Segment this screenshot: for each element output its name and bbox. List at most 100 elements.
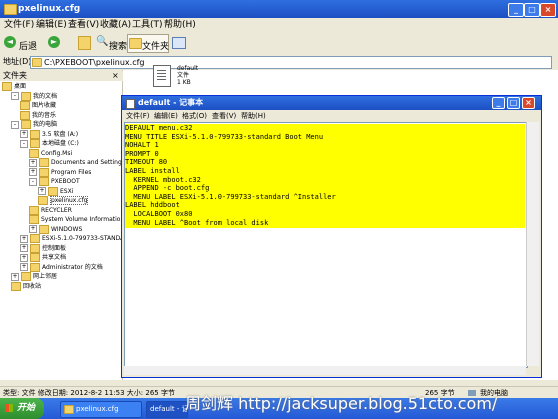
file-size: 1 KB (177, 79, 191, 86)
notepad-icon (126, 99, 135, 109)
back-arrow-icon[interactable]: ◄ (4, 36, 16, 48)
close-button[interactable]: × (540, 3, 556, 17)
tree-item[interactable]: System Volume Informatio (29, 215, 120, 225)
tree-item[interactable]: + 控制面板 (20, 243, 67, 254)
taskbar-item-explorer-label: pxelinux.cfg (76, 405, 119, 413)
tree-item-label: 桌面 (14, 83, 27, 90)
collapse-icon[interactable]: - (29, 177, 37, 186)
tree-item[interactable]: - 本地磁盘 (C:) (20, 139, 79, 149)
tree-item[interactable]: + Program Files (29, 167, 91, 178)
tree-item-label: System Volume Informatio (41, 216, 121, 223)
menu-file[interactable]: 文件(F) (4, 18, 34, 32)
tree-item[interactable]: + 网上邻居 (11, 272, 57, 282)
notepad-title-bar[interactable]: default - 记事本 _ □ × (122, 96, 541, 110)
file-item-default[interactable]: default 文件 1 KB (153, 65, 213, 95)
folder-icon (30, 243, 40, 253)
tree-item[interactable]: +3.5 软盘 (A:) (20, 129, 79, 140)
taskbar-item-notepad[interactable]: default - 记事本 (146, 401, 188, 418)
taskbar-item-notepad-label: default - 记事本 (150, 405, 188, 413)
up-folder-icon[interactable] (78, 36, 91, 50)
expand-icon[interactable]: + (29, 158, 37, 167)
notepad-close-button[interactable]: × (522, 97, 535, 109)
notepad-menu-view[interactable]: 查看(V) (212, 110, 236, 122)
collapse-icon[interactable]: - (11, 120, 19, 129)
taskbar-item-explorer[interactable]: pxelinux.cfg (60, 401, 142, 418)
expand-icon[interactable]: + (29, 168, 37, 176)
notepad-menu-help[interactable]: 帮助(H) (241, 110, 266, 122)
explorer-menu-bar: 文件(F) 编辑(E) 查看(V) 收藏(A) 工具(T) 帮助(H) (0, 18, 558, 32)
views-icon[interactable] (172, 37, 186, 49)
address-label: 地址(D) (3, 57, 32, 66)
tree-item[interactable]: 桌面 (2, 82, 26, 92)
folder-icon (11, 281, 21, 291)
tree-item[interactable]: Config.Msi (29, 148, 73, 159)
tree-item[interactable]: - 我的电脑 (11, 120, 57, 130)
menu-favorites[interactable]: 收藏(A) (100, 18, 131, 32)
explorer-title-bar[interactable]: pxelinux.cfg _ □ × (0, 0, 558, 18)
start-button[interactable]: 开始 (0, 398, 44, 419)
tree-item[interactable]: 回收站 (11, 281, 42, 292)
address-input[interactable]: C:\PXEBOOT\pxelinux.cfg (30, 56, 552, 69)
tree-item[interactable]: + WINDOWS (29, 224, 82, 235)
folders-button[interactable]: 文件夹 (142, 39, 169, 52)
search-button[interactable]: 搜索 (109, 39, 127, 52)
address-value: C:\PXEBOOT\pxelinux.cfg (44, 58, 145, 67)
notepad-vertical-scrollbar[interactable] (526, 122, 539, 366)
expand-icon[interactable]: + (20, 234, 28, 243)
notepad-menu-edit[interactable]: 编辑(E) (154, 110, 178, 122)
selected-text-block: DEFAULT menu.c32 MENU TITLE ESXi-5.1.0-79… (125, 124, 525, 228)
folders-icon (129, 38, 142, 49)
folder-icon (20, 110, 30, 120)
tree-item-label: 3.5 软盘 (A:) (42, 130, 79, 138)
folder-icon (21, 91, 31, 101)
back-button[interactable]: 后退 (19, 39, 37, 52)
close-pane-icon[interactable]: × (112, 70, 119, 81)
expand-icon[interactable]: + (20, 263, 28, 271)
tree-item[interactable]: pxelinux.cfg (38, 196, 89, 206)
notepad-minimize-button[interactable]: _ (492, 97, 505, 109)
folder-icon (39, 158, 49, 167)
tree-item[interactable]: + Documents and Settings (29, 158, 122, 168)
tree-item[interactable]: + ESXi (38, 186, 73, 197)
tree-item[interactable]: - 我的文档 (11, 91, 57, 102)
expand-icon[interactable]: + (11, 272, 19, 281)
menu-view[interactable]: 查看(V) (68, 18, 99, 32)
explorer-title: pxelinux.cfg (18, 4, 81, 14)
tree-item-label: Config.Msi (41, 149, 73, 157)
menu-tools[interactable]: 工具(T) (132, 18, 163, 32)
notepad-text-area[interactable]: DEFAULT menu.c32 MENU TITLE ESXi-5.1.0-79… (124, 122, 528, 368)
folder-icon (39, 167, 49, 177)
folder-icon (20, 101, 30, 110)
menu-edit[interactable]: 编辑(E) (36, 18, 67, 32)
folder-icon (29, 205, 39, 215)
maximize-button[interactable]: □ (524, 3, 540, 17)
tree-item-label: 我的音乐 (32, 111, 57, 119)
menu-help[interactable]: 帮助(H) (164, 18, 196, 32)
tree-item[interactable]: + Administrator 的文档 (20, 262, 103, 273)
notepad-maximize-button[interactable]: □ (507, 97, 520, 109)
expand-icon[interactable]: + (29, 225, 37, 233)
notepad-menu-format[interactable]: 格式(O) (182, 110, 207, 122)
forward-arrow-icon[interactable]: ► (48, 36, 60, 48)
text-line: MENU LABEL ^Boot from local disk (125, 218, 269, 227)
tree-item[interactable]: 图片收藏 (20, 101, 56, 111)
expand-icon[interactable]: + (20, 244, 28, 252)
notepad-horizontal-scrollbar[interactable] (124, 366, 526, 375)
tree-item[interactable]: + ESXi-5.1.0-799733-STANDARD (20, 234, 122, 244)
tree-item[interactable]: - PXEBOOT (29, 177, 80, 187)
tree-item-label: 控制面板 (42, 244, 67, 252)
tree-item[interactable]: + 共享文档 (20, 253, 66, 263)
tree-item-label: 本地磁盘 (C:) (42, 140, 79, 147)
tree-item[interactable]: 我的音乐 (20, 110, 57, 121)
expand-icon[interactable]: + (20, 130, 28, 138)
tree-item[interactable]: RECYCLER (29, 205, 72, 216)
windows-logo-icon (5, 404, 13, 412)
file-details: default 文件 1 KB (177, 65, 198, 86)
tree-item-label: 回收站 (23, 282, 42, 290)
notepad-menu-file[interactable]: 文件(F) (126, 110, 150, 122)
minimize-button[interactable]: _ (508, 3, 524, 17)
expand-icon[interactable]: + (20, 253, 28, 262)
expand-icon[interactable]: + (38, 187, 46, 195)
collapse-icon[interactable]: - (20, 139, 28, 148)
collapse-icon[interactable]: - (11, 92, 19, 100)
